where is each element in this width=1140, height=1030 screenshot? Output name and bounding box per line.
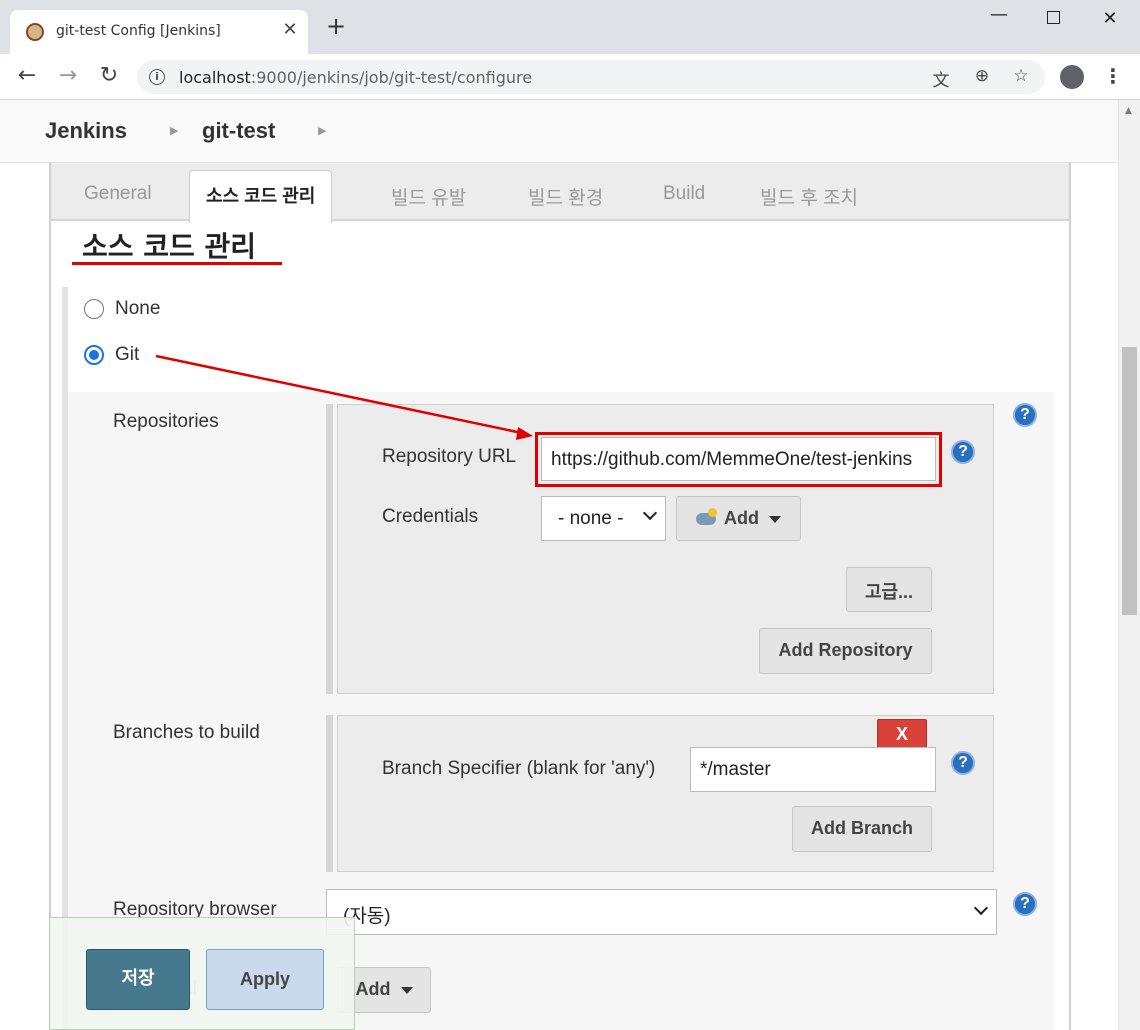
delete-branch-button[interactable]: X: [877, 719, 927, 749]
branch-specifier-input[interactable]: */master: [690, 747, 936, 792]
tab-build-triggers[interactable]: 빌드 유발: [391, 183, 466, 210]
add-branch-button[interactable]: Add Branch: [792, 806, 932, 852]
tab-build-environment[interactable]: 빌드 환경: [528, 183, 603, 210]
repositories-label: Repositories: [113, 411, 219, 432]
url-text[interactable]: localhost:9000/jenkins/job/git-test/conf…: [179, 68, 532, 87]
repository-url-help-icon[interactable]: ?: [951, 440, 975, 464]
caret-down-icon: [769, 515, 781, 523]
scm-option-git[interactable]: Git: [84, 344, 139, 366]
address-bar[interactable]: i localhost:9000/jenkins/job/git-test/co…: [137, 60, 1045, 94]
breadcrumb-separator-icon[interactable]: ▶: [170, 124, 178, 137]
breadcrumb-job[interactable]: git-test: [202, 118, 275, 144]
chevron-down-icon: [642, 505, 658, 521]
caret-down-icon: [400, 986, 413, 994]
browser-tab[interactable]: git-test Config [Jenkins] ✕: [10, 10, 308, 54]
apply-button[interactable]: Apply: [206, 949, 324, 1010]
none-radio[interactable]: [84, 298, 104, 319]
key-icon: [696, 508, 717, 526]
tab-source-code-management[interactable]: 소스 코드 관리: [189, 170, 333, 223]
git-radio-label: Git: [115, 344, 140, 365]
scm-option-none[interactable]: None: [84, 298, 160, 320]
branch-specifier-help-icon[interactable]: ?: [951, 751, 975, 775]
advanced-button[interactable]: 고급...: [846, 567, 932, 612]
repositories-bar: [326, 404, 333, 694]
browser-tabstrip: git-test Config [Jenkins] ✕ + — ✕: [0, 0, 1140, 54]
url-path: :9000/jenkins/job/git-test/configure: [250, 68, 533, 87]
breadcrumb: Jenkins ▶ git-test ▶: [0, 100, 1118, 163]
reload-icon[interactable]: ↻: [96, 64, 122, 88]
repositories-help-icon[interactable]: ?: [1013, 403, 1037, 427]
branch-specifier-label: Branch Specifier (blank for 'any'): [382, 758, 656, 779]
profile-avatar-icon[interactable]: [1060, 65, 1084, 89]
url-annotation-box: [535, 432, 942, 487]
translate-icon[interactable]: 文: [930, 66, 952, 91]
back-arrow-icon[interactable]: ←: [14, 64, 40, 88]
forward-arrow-icon[interactable]: →: [55, 64, 81, 88]
tab-general[interactable]: General: [84, 183, 152, 205]
browser-toolbar: ← → ↻ i localhost:9000/jenkins/job/git-t…: [0, 54, 1140, 100]
close-window-icon[interactable]: ✕: [1095, 8, 1125, 32]
maximize-window-icon[interactable]: [1038, 8, 1068, 32]
breadcrumb-separator-icon[interactable]: ▶: [318, 124, 326, 137]
scroll-up-arrow-icon[interactable]: ▲: [1125, 106, 1132, 116]
add-credentials-label: Add: [724, 508, 759, 528]
zoom-icon[interactable]: ⊕: [971, 66, 993, 86]
branches-label: Branches to build: [113, 722, 260, 743]
bookmark-star-icon[interactable]: ☆: [1010, 66, 1032, 86]
breadcrumb-jenkins[interactable]: Jenkins: [45, 118, 127, 144]
new-tab-button[interactable]: +: [326, 14, 346, 38]
page-scrollbar[interactable]: ▲: [1118, 100, 1140, 1030]
title-annotation-underline: [72, 262, 282, 265]
repository-url-label: Repository URL: [382, 446, 517, 467]
minimize-window-icon[interactable]: —: [984, 4, 1014, 28]
add-repository-button[interactable]: Add Repository: [759, 628, 932, 674]
branches-bar: [326, 715, 333, 872]
credentials-selected-value: - none -: [558, 508, 624, 529]
chevron-down-icon: [973, 900, 989, 916]
section-title: 소스 코드 관리: [82, 230, 257, 263]
tab-build[interactable]: Build: [663, 183, 705, 205]
browser-tab-title: git-test Config [Jenkins]: [56, 23, 221, 39]
credentials-select[interactable]: - none -: [541, 496, 666, 541]
add-credentials-button[interactable]: Add: [676, 496, 801, 541]
save-button[interactable]: 저장: [86, 949, 190, 1010]
close-tab-icon[interactable]: ✕: [280, 19, 300, 40]
repository-browser-select[interactable]: (자동): [326, 889, 997, 935]
tab-post-build-actions[interactable]: 빌드 후 조치: [760, 183, 858, 210]
jenkins-favicon-icon: [26, 23, 44, 41]
credentials-label: Credentials: [382, 506, 479, 527]
add-behaviour-label: Add: [355, 979, 391, 999]
none-radio-label: None: [115, 298, 161, 319]
scroll-thumb[interactable]: [1122, 347, 1137, 615]
url-host: localhost: [179, 68, 251, 87]
config-tabbar: General 소스 코드 관리 빌드 유발 빌드 환경 Build 빌드 후 …: [51, 163, 1069, 223]
repository-browser-help-icon[interactable]: ?: [1013, 892, 1037, 916]
browser-menu-icon[interactable]: ⋮: [1103, 64, 1123, 88]
git-radio[interactable]: [84, 344, 104, 365]
site-info-icon[interactable]: i: [149, 69, 165, 85]
